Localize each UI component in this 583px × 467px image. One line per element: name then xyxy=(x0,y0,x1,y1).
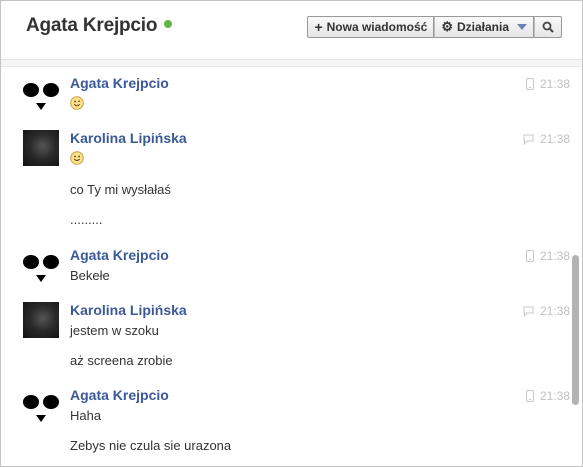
chat-bubble-icon xyxy=(523,306,534,317)
message-list: Agata Krejpcio 21:38 Karolina Lipińska 2… xyxy=(1,67,570,466)
message-text: aż screena zrobie xyxy=(70,353,173,368)
scrollbar-thumb[interactable] xyxy=(572,255,579,405)
message-text xyxy=(70,96,84,113)
sender-name[interactable]: Karolina Lipińska xyxy=(70,130,187,146)
avatar-panda[interactable] xyxy=(23,387,59,423)
message-time: 21:38 xyxy=(525,249,570,263)
plus-icon: + xyxy=(314,19,323,35)
sender-name[interactable]: Karolina Lipińska xyxy=(70,302,187,318)
mobile-icon xyxy=(525,78,534,90)
contact-name[interactable]: Agata Krejpcio xyxy=(26,15,157,36)
message-time: 21:38 xyxy=(523,304,570,318)
message-text: jestem w szoku xyxy=(70,323,159,338)
time-label: 21:38 xyxy=(539,249,570,263)
header-toolbar: + Nowa wiadomość ⚙ Działania xyxy=(307,16,562,38)
conversation-window: Agata Krejpcio + Nowa wiadomość ⚙ Działa… xyxy=(0,0,583,467)
header-divider xyxy=(1,60,582,67)
message-text: Haha xyxy=(70,408,102,423)
message-text: Zebys nie czula sie urazona xyxy=(70,438,232,453)
time-label: 21:38 xyxy=(539,389,570,403)
sender-name[interactable]: Agata Krejpcio xyxy=(70,75,169,91)
gear-icon: ⚙ xyxy=(441,19,453,34)
conversation-title: Agata Krejpcio xyxy=(26,15,173,37)
chevron-down-icon xyxy=(517,24,527,30)
message-time: 21:38 xyxy=(523,132,570,146)
online-status-icon xyxy=(164,19,173,28)
wink-smiley-icon xyxy=(70,96,84,110)
search-button[interactable] xyxy=(534,16,562,38)
message-text: ......... xyxy=(70,212,103,227)
time-label: 21:38 xyxy=(539,132,570,146)
conversation-header: Agata Krejpcio + Nowa wiadomość ⚙ Działa… xyxy=(1,1,582,60)
message-time: 21:38 xyxy=(525,389,570,403)
message-text: Bekełe xyxy=(70,268,110,283)
mobile-icon xyxy=(525,250,534,262)
new-message-label: Nowa wiadomość xyxy=(326,20,428,34)
avatar-panda[interactable] xyxy=(23,75,59,111)
time-label: 21:38 xyxy=(539,77,570,91)
sender-name[interactable]: Agata Krejpcio xyxy=(70,247,169,263)
smiley-icon xyxy=(70,151,84,165)
chat-bubble-icon xyxy=(523,134,534,145)
search-icon xyxy=(542,21,554,33)
scrollbar[interactable] xyxy=(572,67,579,466)
mobile-icon xyxy=(525,390,534,402)
avatar-photo[interactable] xyxy=(23,130,59,166)
time-label: 21:38 xyxy=(539,304,570,318)
message-text xyxy=(70,151,84,168)
sender-name[interactable]: Agata Krejpcio xyxy=(70,387,169,403)
new-message-button[interactable]: + Nowa wiadomość xyxy=(307,16,435,38)
actions-button[interactable]: ⚙ Działania xyxy=(434,16,534,38)
message-time: 21:38 xyxy=(525,77,570,91)
message-text: co Ty mi wysłałaś xyxy=(70,182,171,197)
avatar-panda[interactable] xyxy=(23,247,59,283)
actions-label: Działania xyxy=(456,20,509,34)
avatar-photo[interactable] xyxy=(23,302,59,338)
